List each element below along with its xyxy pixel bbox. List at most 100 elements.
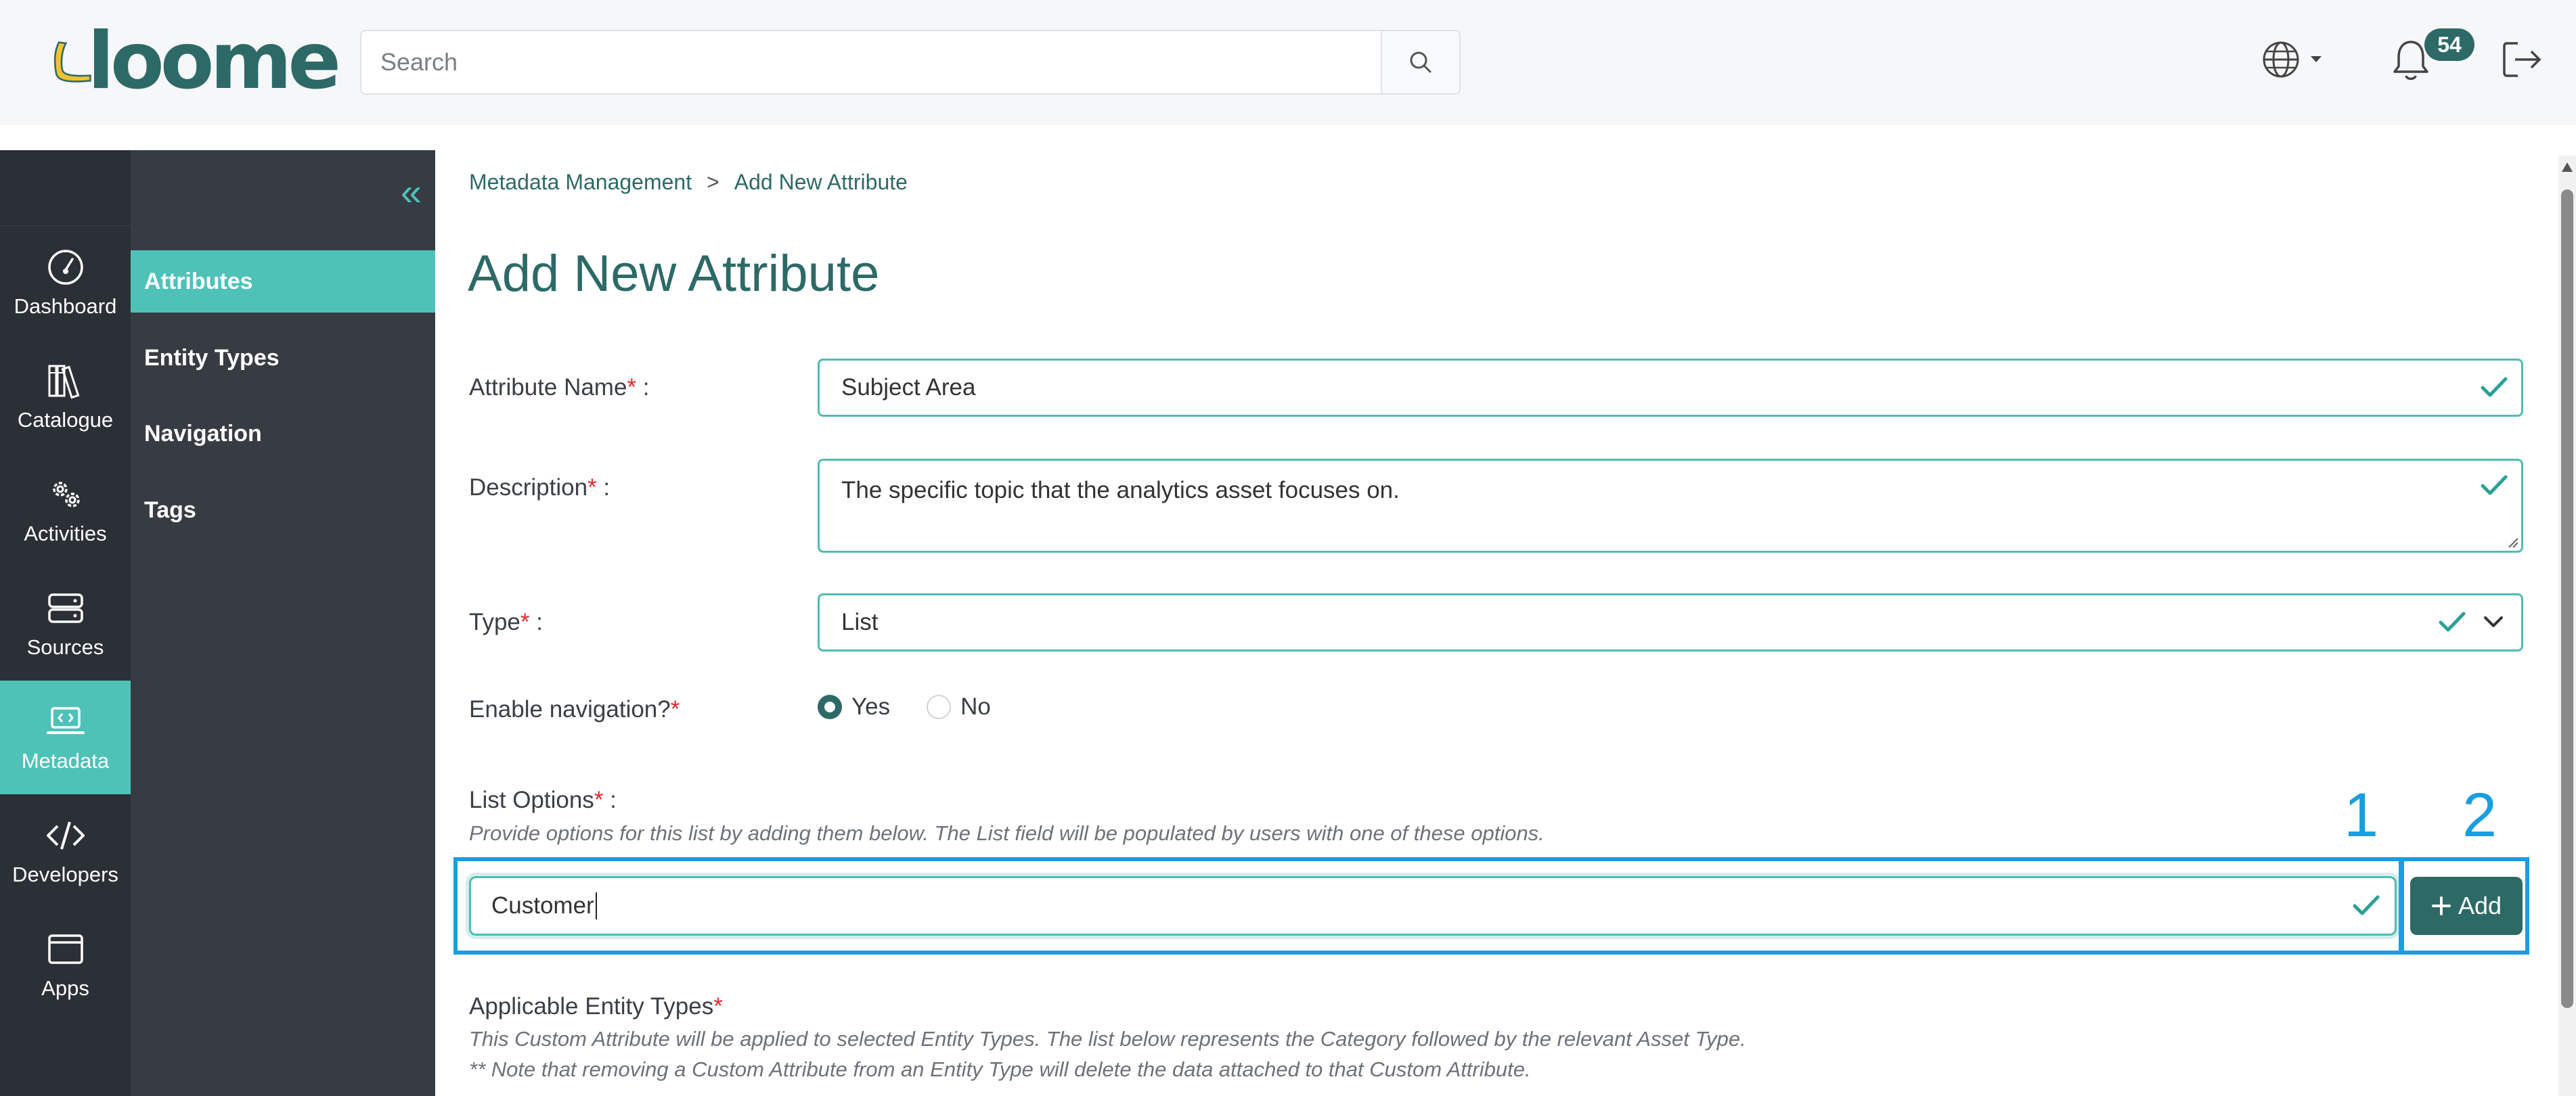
applicable-entity-types-label-text: Applicable Entity Types	[469, 993, 714, 1020]
icon-rail: Dashboard Catalogue Activities Sources M…	[0, 150, 131, 1096]
enable-navigation-label-text: Enable navigation?	[469, 696, 671, 723]
add-button-label: Add	[2458, 892, 2502, 919]
radio-yes-label[interactable]: Yes	[851, 693, 890, 721]
label-suffix: :	[529, 609, 543, 635]
type-selected-value: List	[841, 609, 879, 635]
scrollbar-thumb[interactable]	[2561, 189, 2573, 1008]
required-asterisk: *	[520, 609, 530, 635]
description-label-text: Description	[469, 474, 588, 501]
search-button[interactable]	[1381, 31, 1459, 93]
breadcrumb-current: Add New Attribute	[734, 170, 908, 194]
required-asterisk: *	[594, 787, 604, 813]
rail-item-label: Catalogue	[17, 408, 114, 432]
add-option-button[interactable]: Add	[2410, 877, 2523, 935]
rail-item-label: Dashboard	[14, 294, 117, 318]
notifications-button[interactable]: 54	[2391, 28, 2474, 85]
developers-icon	[46, 821, 85, 850]
callout-number-1: 1	[2344, 781, 2379, 850]
label-suffix: :	[596, 474, 610, 501]
dashboard-icon	[47, 250, 83, 285]
applicable-entity-types-label: Applicable Entity Types*	[469, 993, 723, 1020]
rail-top	[0, 150, 131, 226]
description-textarea[interactable]: The specific topic that the analytics as…	[818, 459, 2523, 553]
enable-navigation-radio-group: Yes No	[818, 693, 1018, 721]
valid-check-icon	[2481, 377, 2508, 397]
rail-item-label: Apps	[41, 976, 89, 1000]
list-option-input[interactable]: Customer	[469, 876, 2397, 936]
search-box	[360, 30, 1461, 95]
catalogue-icon	[48, 365, 79, 399]
radio-no[interactable]	[927, 695, 952, 719]
main-content: Metadata Management > Add New Attribute …	[435, 125, 2547, 1096]
resize-grip-icon[interactable]	[2506, 536, 2518, 548]
activities-icon	[52, 482, 80, 507]
label-suffix: :	[603, 787, 617, 813]
attribute-name-value: Subject Area	[841, 374, 976, 401]
breadcrumb: Metadata Management > Add New Attribute	[469, 170, 908, 195]
rail-item-sources[interactable]: Sources	[0, 567, 131, 681]
type-select[interactable]: List	[818, 593, 2523, 652]
top-header: loome 54	[0, 0, 2576, 125]
rail-item-label: Metadata	[21, 749, 110, 773]
valid-check-icon	[2481, 475, 2508, 495]
callout-number-2: 2	[2462, 781, 2497, 850]
radio-no-label[interactable]: No	[960, 693, 991, 721]
list-options-label: List Options* :	[469, 787, 617, 814]
logout-button[interactable]	[2502, 41, 2544, 82]
rail-item-label: Sources	[26, 635, 104, 659]
entity-types-help-2: ** Note that removing a Custom Attribute…	[469, 1057, 1531, 1081]
required-asterisk: *	[713, 993, 723, 1020]
globe-icon	[2263, 41, 2299, 78]
description-value: The specific topic that the analytics as…	[841, 477, 1400, 503]
required-asterisk: *	[670, 696, 680, 723]
rail-item-metadata[interactable]: Metadata	[0, 681, 131, 794]
attribute-name-label-text: Attribute Name	[469, 374, 627, 401]
metadata-icon	[46, 707, 85, 734]
notifications-badge: 54	[2424, 28, 2474, 61]
attribute-name-field[interactable]: Subject Area	[818, 359, 2523, 417]
caret-down-icon	[2311, 56, 2322, 62]
submenu-item-attributes[interactable]: Attributes	[131, 250, 435, 313]
list-options-label-text: List Options	[469, 787, 594, 813]
search-input[interactable]	[361, 31, 1381, 93]
metadata-submenu: « Attributes Entity Types Navigation Tag…	[131, 150, 435, 1096]
rail-item-label: Developers	[12, 863, 118, 886]
text-cursor	[595, 892, 597, 919]
breadcrumb-parent-link[interactable]: Metadata Management	[469, 170, 692, 195]
rail-item-dashboard[interactable]: Dashboard	[0, 226, 131, 340]
collapse-sidebar-icon[interactable]: «	[401, 173, 422, 211]
logo-text: loome	[87, 16, 341, 107]
rail-item-developers[interactable]: Developers	[0, 794, 131, 908]
type-label-text: Type	[469, 609, 520, 635]
required-asterisk: *	[627, 374, 637, 401]
loome-logo[interactable]: loome	[53, 16, 341, 107]
entity-types-help-1: This Custom Attribute will be applied to…	[469, 1027, 1746, 1051]
breadcrumb-separator: >	[707, 170, 719, 194]
page-scrollbar[interactable]	[2558, 156, 2576, 1096]
submenu-item-navigation[interactable]: Navigation	[131, 403, 435, 465]
enable-navigation-label: Enable navigation?*	[469, 696, 680, 723]
valid-check-icon	[2439, 612, 2466, 632]
apps-icon	[47, 934, 83, 964]
radio-yes[interactable]	[818, 695, 842, 719]
rail-item-apps[interactable]: Apps	[0, 908, 131, 1022]
logout-icon	[2503, 42, 2541, 77]
search-icon	[1410, 51, 1431, 73]
required-asterisk: *	[587, 474, 597, 501]
description-label: Description* :	[469, 474, 610, 501]
list-options-help: Provide options for this list by adding …	[469, 821, 1545, 845]
label-suffix: :	[636, 374, 650, 401]
rail-item-catalogue[interactable]: Catalogue	[0, 340, 131, 453]
chevron-down-icon	[2484, 616, 2503, 627]
scroll-up-arrow-icon[interactable]	[2562, 162, 2573, 172]
page-title: Add New Attribute	[468, 245, 880, 302]
submenu-item-tags[interactable]: Tags	[131, 479, 435, 541]
attribute-name-label: Attribute Name* :	[469, 374, 650, 401]
rail-item-activities[interactable]: Activities	[0, 453, 131, 567]
sources-icon	[47, 593, 83, 623]
submenu-item-entity-types[interactable]: Entity Types	[131, 327, 435, 389]
valid-check-icon	[2353, 895, 2380, 915]
language-selector[interactable]	[2261, 39, 2323, 80]
plus-icon	[2431, 896, 2451, 915]
list-option-value: Customer	[491, 892, 594, 919]
